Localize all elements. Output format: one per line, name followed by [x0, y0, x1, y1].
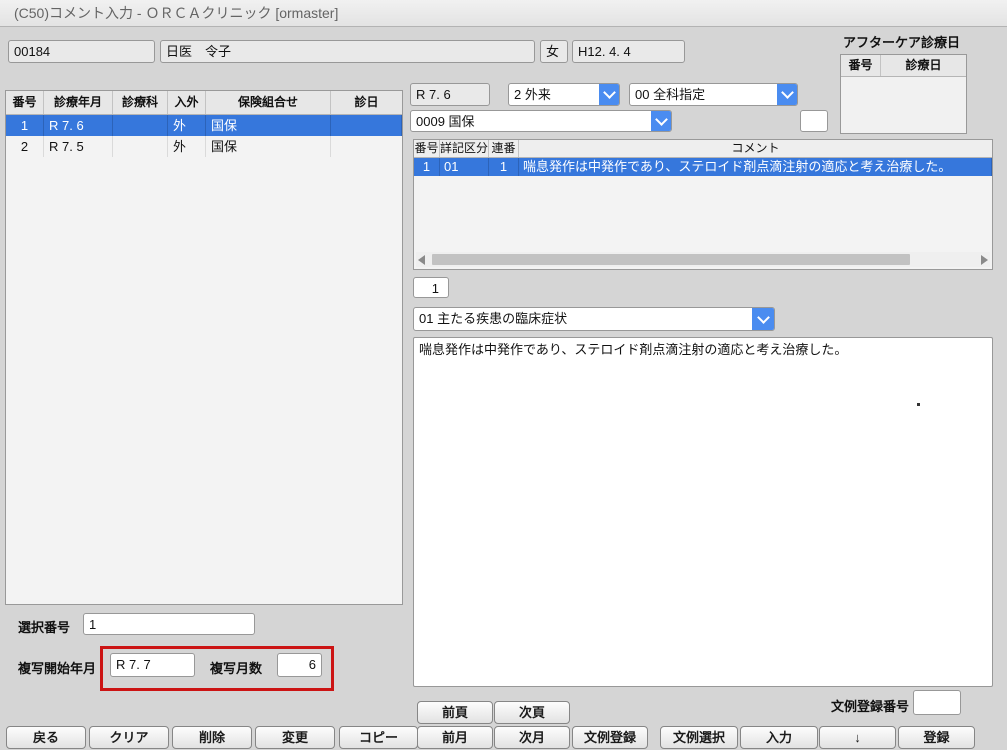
- cell-kubun: 01: [440, 158, 489, 176]
- inout-combobox[interactable]: 2 外来: [508, 83, 620, 106]
- aftercare-label: アフターケア診療日: [843, 32, 960, 51]
- patient-sex-field: 女: [540, 40, 568, 63]
- visit-col-day: 診日: [331, 91, 402, 114]
- copy-months-label: 複写月数: [210, 658, 262, 677]
- comment-col-no: 番号: [414, 140, 440, 157]
- inout-combobox-value: 2 外来: [509, 84, 599, 105]
- comment-category-combobox[interactable]: 01 主たる疾患の臨床症状: [413, 307, 775, 331]
- selected-month-field: R 7. 6: [410, 83, 490, 106]
- visit-col-insurance: 保険組合せ: [206, 91, 331, 114]
- cell-day: [331, 115, 402, 136]
- comment-col-renban: 連番: [489, 140, 519, 157]
- chevron-down-icon[interactable]: [651, 111, 671, 131]
- visit-col-dept: 診療科: [113, 91, 168, 114]
- chevron-down-icon[interactable]: [752, 308, 774, 330]
- visit-col-inout: 入外: [168, 91, 206, 114]
- input-button[interactable]: 入力: [740, 726, 818, 749]
- cell-no: 2: [6, 136, 44, 157]
- cell-month: R 7. 5: [44, 136, 113, 157]
- selection-number-label: 選択番号: [18, 617, 70, 636]
- comment-col-comment: コメント: [519, 140, 992, 157]
- copy-button[interactable]: コピー: [339, 726, 418, 749]
- cell-inout: 外: [168, 136, 206, 157]
- horizontal-scrollbar[interactable]: [416, 252, 990, 267]
- cell-dept: [113, 136, 168, 157]
- small-blank-field[interactable]: [800, 110, 828, 132]
- comment-col-kubun: 詳記区分: [440, 140, 489, 157]
- clear-button[interactable]: クリア: [89, 726, 169, 749]
- comment-number-field[interactable]: 1: [413, 277, 449, 298]
- cell-month: R 7. 6: [44, 115, 113, 136]
- aftercare-table[interactable]: 番号 診療日: [840, 54, 967, 134]
- insurance-combobox[interactable]: 0009 国保: [410, 110, 672, 132]
- aftercare-col-no: 番号: [841, 55, 881, 76]
- visit-month-table[interactable]: 番号 診療年月 診療科 入外 保険組合せ 診日 1 R 7. 6 外 国保 2 …: [5, 90, 403, 605]
- bunrei-register-button[interactable]: 文例登録: [572, 726, 648, 749]
- patient-name-field: 日医 令子: [160, 40, 535, 63]
- comment-category-value: 01 主たる疾患の臨床症状: [414, 308, 752, 330]
- scrollbar-thumb[interactable]: [432, 254, 910, 265]
- cell-day: [331, 136, 402, 157]
- bunrei-number-label: 文例登録番号: [831, 696, 909, 715]
- comment-textarea[interactable]: 喘息発作は中発作であり、ステロイド剤点滴注射の適応と考え治療した。: [413, 337, 993, 687]
- cell-no: 1: [6, 115, 44, 136]
- change-button[interactable]: 変更: [255, 726, 335, 749]
- comment-input-window: (C50)コメント入力 - ＯＲＣＡクリニック [ormaster] 00184…: [0, 0, 1007, 750]
- chevron-down-icon[interactable]: [599, 84, 619, 105]
- delete-button[interactable]: 削除: [172, 726, 252, 749]
- patient-id-field[interactable]: 00184: [8, 40, 155, 63]
- cell-comment: 喘息発作は中発作であり、ステロイド剤点滴注射の適応と考え治療した。: [519, 158, 992, 176]
- selection-number-field[interactable]: 1: [83, 613, 255, 635]
- next-month-button[interactable]: 次月: [494, 726, 570, 749]
- cell-inout: 外: [168, 115, 206, 136]
- prev-month-button[interactable]: 前月: [417, 726, 493, 749]
- cell-insurance: 国保: [206, 115, 331, 136]
- stray-dot: [917, 403, 920, 406]
- cell-renban: 1: [489, 158, 519, 176]
- cell-no: 1: [414, 158, 440, 176]
- bunrei-select-button[interactable]: 文例選択: [660, 726, 738, 749]
- insurance-combobox-value: 0009 国保: [411, 111, 651, 131]
- next-page-button[interactable]: 次頁: [494, 701, 570, 724]
- chevron-down-icon[interactable]: [777, 84, 797, 105]
- window-title: (C50)コメント入力 - ＯＲＣＡクリニック [ormaster]: [0, 0, 1007, 27]
- cell-dept: [113, 115, 168, 136]
- comment-table[interactable]: 番号 詳記区分 連番 コメント 1 01 1 喘息発作は中発作であり、ステロイド…: [413, 139, 993, 270]
- comment-row-selected[interactable]: 1 01 1 喘息発作は中発作であり、ステロイド剤点滴注射の適応と考え治療した。: [414, 158, 992, 176]
- visit-row[interactable]: 2 R 7. 5 外 国保: [6, 136, 402, 157]
- department-combobox-value: 00 全科指定: [630, 84, 777, 105]
- scroll-left-icon[interactable]: [418, 255, 425, 265]
- back-button[interactable]: 戻る: [6, 726, 86, 749]
- register-button[interactable]: 登録: [898, 726, 975, 749]
- aftercare-col-date: 診療日: [881, 55, 966, 76]
- copy-months-field[interactable]: 6: [277, 653, 322, 677]
- cell-insurance: 国保: [206, 136, 331, 157]
- visit-col-month: 診療年月: [44, 91, 113, 114]
- copy-start-label: 複写開始年月: [18, 658, 96, 677]
- copy-start-field[interactable]: R 7. 7: [110, 653, 195, 677]
- down-arrow-button[interactable]: ↓: [819, 726, 896, 749]
- bunrei-number-field[interactable]: [913, 690, 961, 715]
- patient-birthdate-field: H12. 4. 4: [572, 40, 685, 63]
- visit-col-no: 番号: [6, 91, 44, 114]
- scroll-right-icon[interactable]: [981, 255, 988, 265]
- visit-row-selected[interactable]: 1 R 7. 6 外 国保: [6, 115, 402, 136]
- department-combobox[interactable]: 00 全科指定: [629, 83, 798, 106]
- prev-page-button[interactable]: 前頁: [417, 701, 493, 724]
